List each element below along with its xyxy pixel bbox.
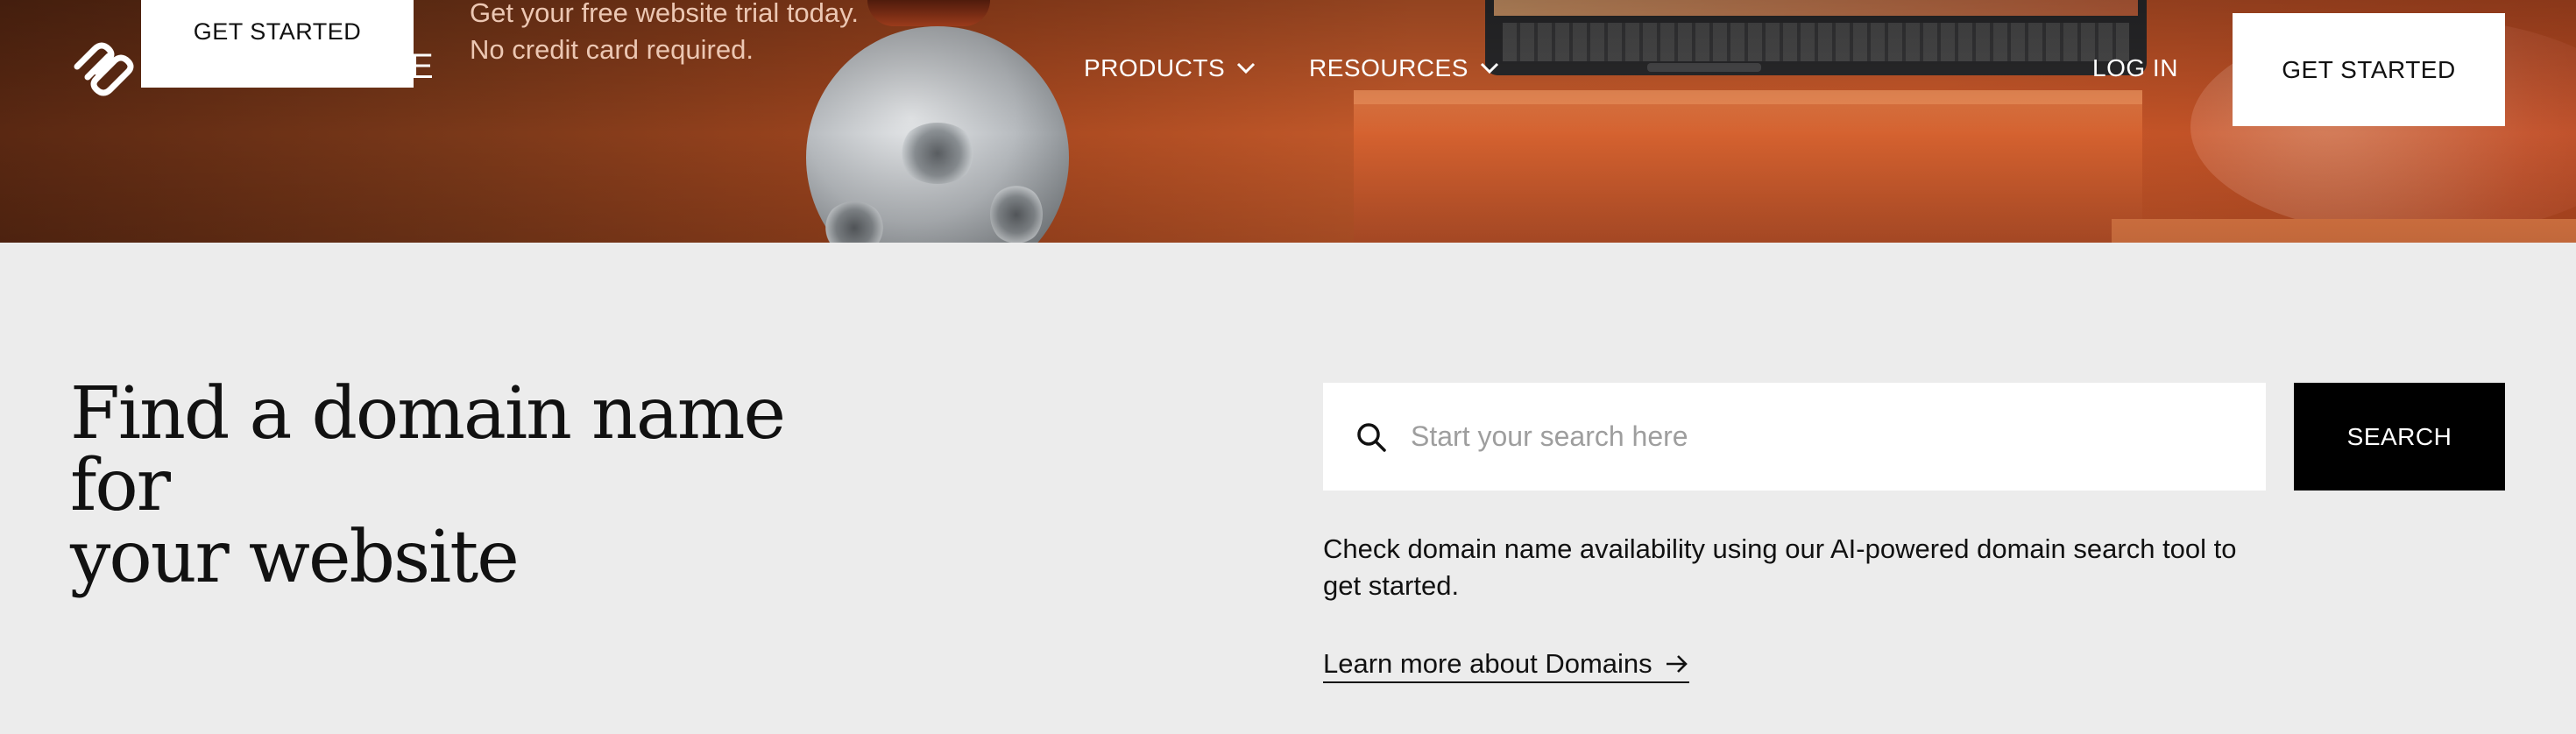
page-title-line: your website (70, 516, 520, 599)
learn-more-domains-link[interactable]: Learn more about Domains (1323, 648, 1689, 683)
domain-search-input[interactable] (1409, 420, 2201, 454)
nav-products[interactable]: PRODUCTS (1084, 54, 1256, 82)
trial-get-started-label: GET STARTED (193, 18, 362, 45)
nav-resources[interactable]: RESOURCES (1309, 54, 1500, 82)
search-description-line: get started. (1323, 570, 1460, 601)
chevron-down-icon (1480, 62, 1498, 74)
page-title: Find a domain name for your website (70, 378, 859, 594)
search-button[interactable]: SEARCH (2294, 383, 2505, 491)
page-title-line: Find a domain name for (70, 372, 786, 527)
nav-resources-label: RESOURCES (1309, 54, 1468, 81)
login-link[interactable]: LOG IN (2092, 54, 2178, 82)
trial-message-line: No credit card required. (470, 34, 754, 65)
search-description: Check domain name availability using our… (1323, 531, 2278, 604)
search-icon (1357, 422, 1386, 452)
header-get-started-button[interactable]: GET STARTED (2233, 13, 2505, 126)
trial-message: Get your free website trial today. No cr… (470, 0, 859, 68)
arrow-right-icon (1666, 655, 1688, 673)
brand-wordmark-fragment: E (410, 47, 435, 86)
squarespace-logo-icon[interactable] (70, 40, 135, 98)
chevron-down-icon (1237, 62, 1256, 74)
learn-more-label: Learn more about Domains (1323, 648, 1652, 679)
trial-get-started-button[interactable]: GET STARTED (141, 0, 414, 88)
trial-message-line: Get your free website trial today. (470, 0, 859, 28)
nav-products-label: PRODUCTS (1084, 54, 1226, 81)
search-description-line: Check domain name availability using our… (1323, 533, 2237, 564)
domain-search-box[interactable] (1323, 383, 2266, 491)
